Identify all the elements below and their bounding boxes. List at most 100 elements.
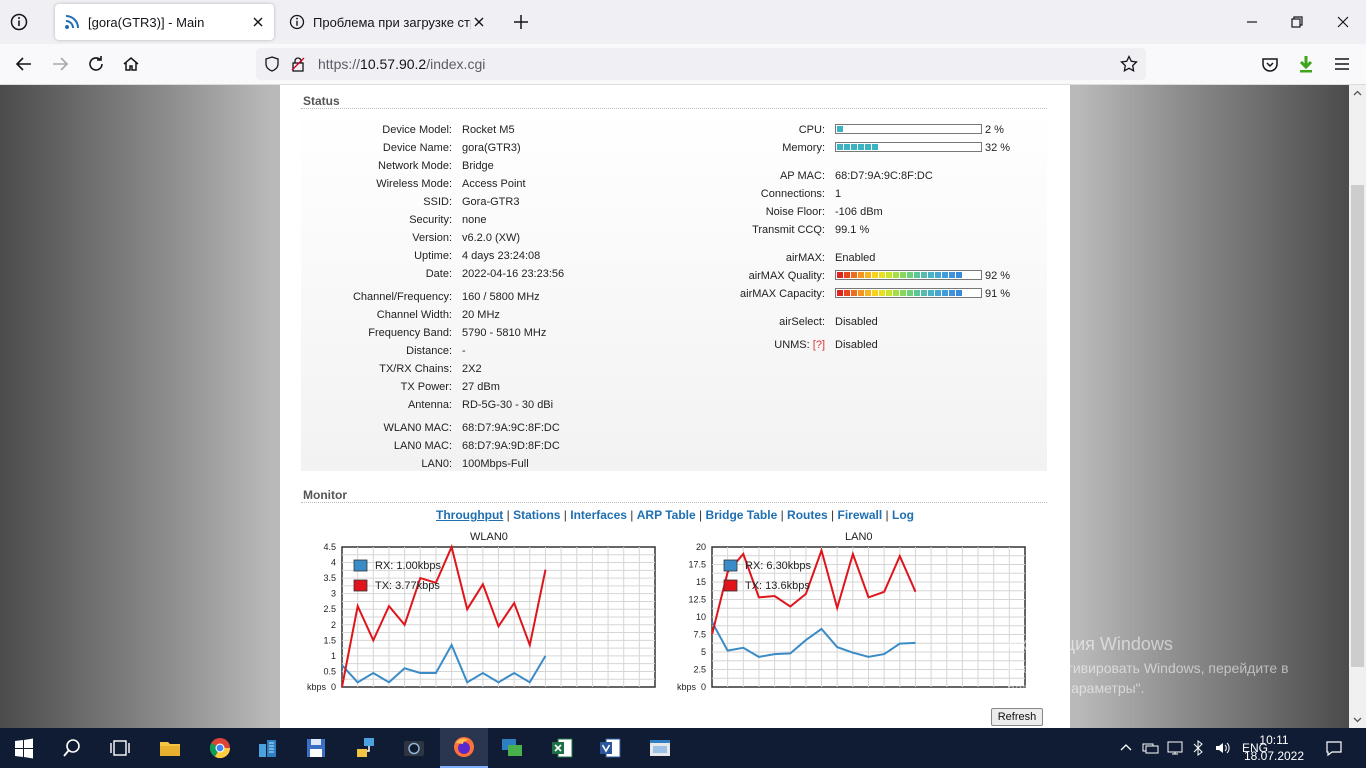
close-icon[interactable]	[471, 14, 487, 30]
address-bar[interactable]: https://10.57.90.2/index.cgi	[256, 48, 1146, 80]
pocket-icon[interactable]	[1260, 54, 1280, 74]
y-tick-label: 4	[331, 558, 336, 568]
scrollbar-thumb[interactable]	[1351, 185, 1364, 667]
info-icon[interactable]	[10, 13, 28, 31]
bar-segment	[942, 290, 948, 296]
taskbar-firefox[interactable]	[440, 728, 488, 768]
new-tab-icon[interactable]	[512, 13, 530, 31]
buildings-icon	[259, 740, 276, 757]
taskbar-app-remote[interactable]	[488, 728, 536, 768]
bar-segment	[879, 272, 885, 278]
bar-segment	[865, 144, 871, 150]
download-icon[interactable]	[1296, 54, 1316, 74]
unms-help-link[interactable]: [?]	[813, 339, 825, 351]
status-label: TX/RX Chains:	[379, 363, 452, 375]
shield-icon[interactable]	[264, 56, 280, 72]
monitor-link-bridge-table[interactable]: Bridge Table	[705, 508, 777, 522]
legend-swatch	[353, 559, 368, 572]
bar-segment	[858, 144, 864, 150]
airmax-capacity-value: 91 %	[985, 288, 1011, 300]
status-value: Access Point	[462, 178, 526, 190]
monitor-link-interfaces[interactable]: Interfaces	[570, 508, 627, 522]
cpu-usage-bar	[835, 124, 982, 134]
monitor-link-arp-table[interactable]: ARP Table	[637, 508, 696, 522]
status-label: Antenna:	[407, 399, 452, 411]
forward-icon[interactable]	[50, 54, 70, 74]
status-value: 68:D7:9A:9D:8F:DC	[462, 440, 560, 452]
monitor-nav: Throughput | Stations | Interfaces | ARP…	[280, 508, 1070, 522]
unms-label-wrap: UNMS: [?]	[774, 339, 825, 351]
notifications-icon[interactable]	[1324, 738, 1344, 758]
monitor-link-firewall[interactable]: Firewall	[838, 508, 883, 522]
taskbar-app-save[interactable]	[292, 728, 340, 768]
bar-segment	[942, 272, 948, 278]
link-separator: |	[695, 508, 706, 522]
status-value: Bridge	[462, 160, 494, 172]
legend-swatch	[723, 579, 738, 592]
legend-label: TX: 13.6kbps	[745, 580, 810, 592]
task-view-button[interactable]	[96, 728, 144, 768]
bar-segment	[837, 290, 843, 296]
taskbar-excel[interactable]	[538, 728, 586, 768]
info-icon	[289, 14, 305, 30]
tab-main[interactable]: [gora(GTR3)] - Main	[55, 4, 274, 40]
scroll-up-icon[interactable]	[1353, 89, 1362, 98]
scroll-down-icon[interactable]	[1353, 715, 1362, 724]
clock-time: 10:11	[1259, 733, 1289, 747]
y-tick-label: 7.5	[693, 630, 706, 640]
window-close-icon[interactable]	[1333, 12, 1353, 32]
chevron-up-icon[interactable]	[1118, 740, 1134, 756]
taskbar-explorer[interactable]	[146, 728, 194, 768]
reload-icon[interactable]	[86, 54, 106, 74]
status-value: 1	[835, 188, 842, 200]
link-separator: |	[560, 508, 571, 522]
taskbar-clock[interactable]: 10:11 18.07.2022	[1242, 732, 1306, 764]
network-tray-icon[interactable]	[1142, 740, 1160, 756]
status-value: Rocket M5	[462, 124, 515, 136]
ethernet-icon[interactable]	[1166, 740, 1184, 756]
close-icon[interactable]	[250, 14, 266, 30]
monitor-link-stations[interactable]: Stations	[513, 508, 560, 522]
taskbar-app-network[interactable]	[342, 728, 390, 768]
y-tick-label: 2	[331, 620, 336, 630]
bar-segment	[907, 290, 913, 296]
monitor-link-routes[interactable]: Routes	[787, 508, 828, 522]
monitor-link-log[interactable]: Log	[892, 508, 914, 522]
taskbar-app-camera[interactable]	[390, 728, 438, 768]
status-label: WLAN0 MAC:	[383, 422, 452, 434]
tab-error[interactable]: Проблема при загрузке стран	[280, 4, 495, 40]
bar-segment	[865, 272, 871, 278]
taskbar-app-buildings[interactable]	[244, 728, 292, 768]
restore-icon[interactable]	[1287, 12, 1307, 32]
volume-icon[interactable]	[1214, 740, 1232, 756]
bookmark-star-icon[interactable]	[1120, 55, 1138, 73]
link-separator: |	[777, 508, 788, 522]
start-button[interactable]	[0, 728, 48, 768]
status-label: Noise Floor:	[765, 206, 825, 218]
taskbar-app-window[interactable]	[636, 728, 684, 768]
legend-label: RX: 1.00kbps	[375, 560, 442, 572]
search-button[interactable]	[48, 728, 96, 768]
refresh-button[interactable]: Refresh	[991, 708, 1043, 726]
network-icon	[357, 738, 374, 757]
camera-icon	[404, 741, 424, 756]
tab-title: [gora(GTR3)] - Main	[88, 14, 205, 30]
menu-icon[interactable]	[1332, 54, 1352, 74]
status-label: LAN0:	[421, 458, 452, 470]
minimize-icon[interactable]	[1242, 12, 1262, 32]
airmax-capacity-label: airMAX Capacity:	[740, 288, 825, 300]
memory-value: 32 %	[985, 142, 1011, 154]
lock-icon[interactable]	[290, 56, 306, 72]
taskbar-app-visio[interactable]	[586, 728, 634, 768]
status-label: Distance:	[406, 345, 452, 357]
divider	[301, 108, 1047, 109]
windows-logo-icon	[15, 738, 33, 759]
page-scrollbar[interactable]	[1349, 85, 1366, 728]
back-icon[interactable]	[14, 54, 34, 74]
home-icon[interactable]	[121, 54, 141, 74]
status-value: none	[462, 214, 487, 226]
bluetooth-device-icon[interactable]	[1190, 740, 1208, 756]
monitor-link-throughput[interactable]: Throughput	[436, 508, 503, 522]
taskbar-chrome[interactable]	[196, 728, 244, 768]
y-tick-label: 15	[696, 577, 706, 587]
